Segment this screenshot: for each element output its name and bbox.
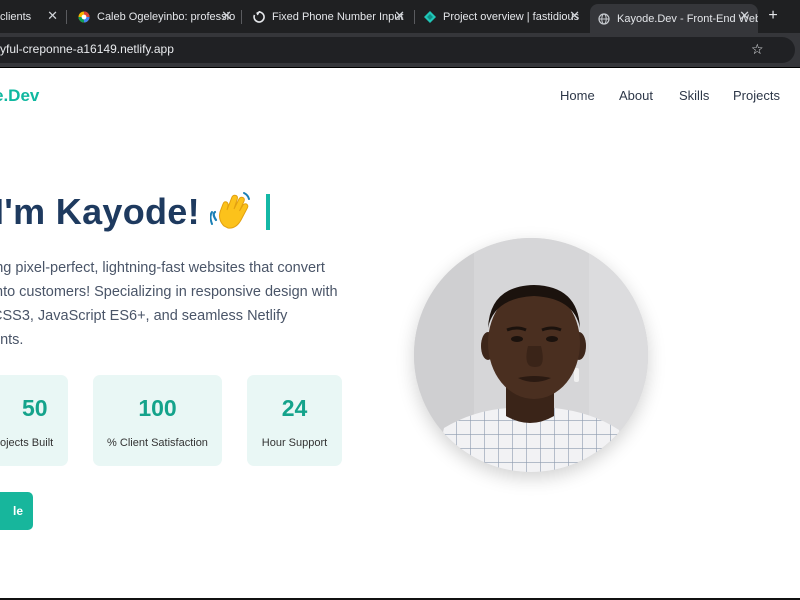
url-text[interactable]: yful-creponne-a16149.netlify.app — [0, 42, 174, 56]
bookmark-star-icon[interactable]: ☆ — [751, 41, 764, 58]
waving-hand-icon — [209, 190, 252, 232]
hero-heading-text: I'm Kayode! — [0, 191, 200, 232]
stat-label: Hour Support — [261, 437, 328, 449]
netlify-diamond-icon — [424, 10, 436, 23]
hero-description-line: nto customers! Specializing in responsiv… — [0, 284, 338, 300]
browser-tab-strip: clients ✕ Caleb Ogeleyinbo: professio ✕ … — [0, 0, 800, 33]
toolbar-divider — [0, 67, 800, 68]
close-icon[interactable]: ✕ — [739, 7, 750, 25]
new-tab-button[interactable]: + — [764, 6, 782, 26]
hero-heading: I'm Kayode! — [0, 190, 270, 233]
tab-phone-input[interactable]: Fixed Phone Number Input ✕ — [243, 4, 413, 29]
hero-description: ing pixel-perfect, lightning-fast websit… — [0, 256, 362, 352]
tab-title: Caleb Ogeleyinbo: professio — [97, 10, 236, 23]
hero-description-line: ents. — [0, 332, 24, 348]
tab-separator — [66, 10, 67, 24]
tab-caleb[interactable]: Caleb Ogeleyinbo: professio ✕ — [68, 4, 240, 29]
colorful-circle-icon — [78, 11, 90, 23]
globe-icon — [598, 12, 610, 25]
tab-title: Kayode.Dev - Front-End Web — [617, 12, 758, 25]
browser-toolbar: yful-creponne-a16149.netlify.app ☆ — [0, 33, 800, 67]
site-logo[interactable]: e.Dev — [0, 86, 39, 106]
stat-label: ojects Built — [0, 437, 54, 449]
profile-photo — [414, 238, 648, 472]
tab-title: Fixed Phone Number Input — [272, 10, 404, 23]
close-icon[interactable]: ✕ — [569, 7, 580, 25]
stat-label: % Client Satisfaction — [107, 437, 208, 449]
nav-skills[interactable]: Skills — [679, 88, 709, 103]
hero-description-line: ing pixel-perfect, lightning-fast websit… — [0, 260, 325, 276]
tab-kayode-dev[interactable]: Kayode.Dev - Front-End Web ✕ — [590, 4, 758, 33]
tab-project-overview[interactable]: Project overview | fastidious ✕ — [416, 4, 588, 29]
stat-client-satisfaction: 100 % Client Satisfaction — [93, 375, 222, 466]
stat-value: 24 — [281, 395, 308, 421]
tab-title: Project overview | fastidious — [443, 10, 580, 23]
stat-hour-support: 24 Hour Support — [247, 375, 342, 466]
tab-separator — [414, 10, 415, 24]
nav-about[interactable]: About — [619, 88, 653, 103]
stat-value: 100 — [138, 395, 177, 421]
nav-projects[interactable]: Projects — [733, 88, 780, 103]
loading-icon — [253, 9, 265, 23]
stat-value: 50 — [22, 395, 48, 421]
hero-description-line: CSS3, JavaScript ES6+, and seamless Netl… — [0, 308, 288, 324]
close-icon[interactable]: ✕ — [394, 7, 405, 25]
cta-button[interactable]: le — [0, 492, 33, 530]
nav-home[interactable]: Home — [560, 88, 595, 103]
avatar — [414, 238, 648, 472]
tab-separator — [241, 10, 242, 24]
tab-clients[interactable]: clients ✕ — [0, 4, 66, 29]
stat-projects-built: 50 ojects Built — [0, 375, 68, 466]
close-icon[interactable]: ✕ — [47, 7, 58, 25]
typing-cursor — [265, 194, 270, 230]
close-icon[interactable]: ✕ — [221, 7, 232, 25]
address-bar[interactable]: yful-creponne-a16149.netlify.app ☆ — [0, 37, 795, 63]
